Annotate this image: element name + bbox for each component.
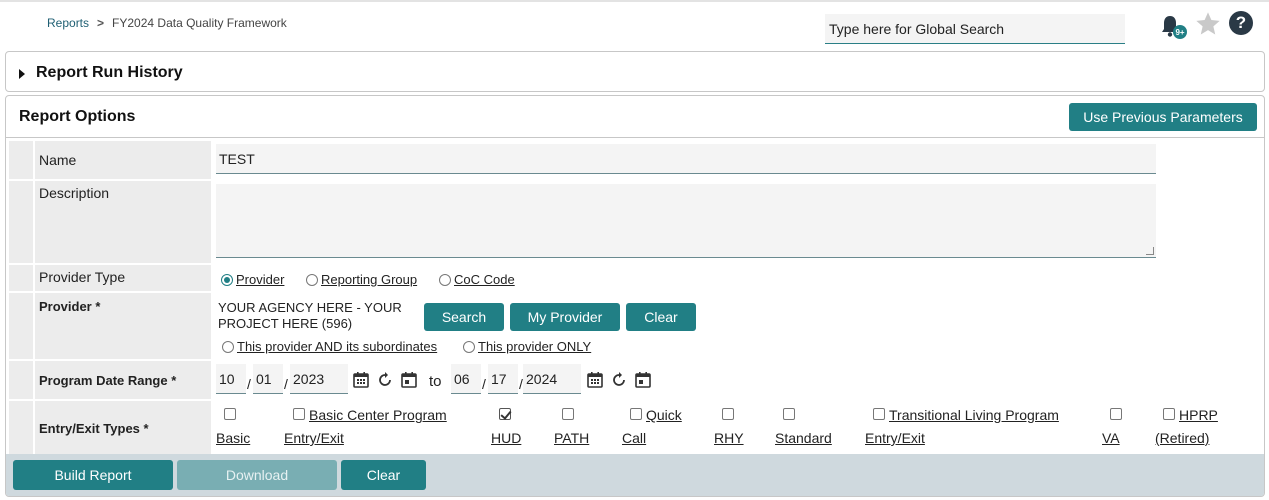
entry-type-rhy-checkbox[interactable] [722,408,734,420]
breadcrumb-reports-link[interactable]: Reports [47,16,89,30]
row-gutter [9,181,33,263]
start-year-input[interactable]: 2023 [290,364,348,394]
entry-type-transitional-living-label[interactable]: Transitional Living Program [889,407,1059,423]
entry-type-standard-checkbox[interactable] [783,408,795,420]
entry-type-hprp-label[interactable]: HPRP [1179,407,1218,423]
date-separator: / [247,376,251,392]
global-search-input[interactable] [825,14,1125,44]
notifications-badge: 9+ [1175,28,1184,37]
build-report-button[interactable]: Build Report [13,460,173,490]
entry-type-quick-call-label[interactable]: Quick [646,407,682,423]
selected-provider-name: YOUR AGENCY HERE - YOUR PROJECT HERE (59… [218,300,402,331]
entry-type-transitional-living-checkbox[interactable] [873,408,885,420]
entry-type-hud-label[interactable]: HUD [491,430,521,446]
entry-type-basic-center-label-2[interactable]: Entry/Exit [284,430,344,446]
entry-type-basic-center-label[interactable]: Basic Center Program [309,407,447,423]
end-today-icon[interactable] [634,371,652,389]
resize-handle-icon[interactable] [1146,247,1154,255]
start-calendar-icon[interactable] [352,371,370,389]
start-today-icon[interactable] [400,371,418,389]
entry-type-transitional-living-label-2[interactable]: Entry/Exit [865,430,925,446]
provider-search-button[interactable]: Search [424,303,504,331]
entry-exit-types-label: Entry/Exit Types * [35,401,211,454]
expand-caret-icon[interactable] [19,69,25,79]
breadcrumb-current: FY2024 Data Quality Framework [112,16,287,30]
entry-type-va-checkbox[interactable] [1110,408,1122,420]
entry-type-va-label[interactable]: VA [1102,430,1120,446]
report-actions-footer: Build Report Download Clear [6,454,1264,496]
date-separator: / [482,376,486,392]
breadcrumb: Reports > FY2024 Data Quality Framework [47,16,287,30]
radio-icon[interactable] [306,273,318,286]
report-run-history-title[interactable]: Report Run History [36,64,183,82]
radio-icon[interactable] [439,273,451,286]
entry-type-basic-center-checkbox[interactable] [293,408,305,420]
date-separator: / [284,376,288,392]
notifications-bell-icon[interactable]: 9+ [1158,12,1188,42]
entry-type-hprp-checkbox[interactable] [1163,408,1175,420]
top-bar: Reports > FY2024 Data Quality Framework … [0,0,1269,50]
row-gutter [9,265,33,291]
start-day-input[interactable]: 01 [253,364,283,394]
entry-type-quick-call-label-2[interactable]: Call [622,430,646,446]
breadcrumb-separator: > [97,16,105,30]
row-gutter [9,141,33,179]
entry-type-hud-checkbox[interactable] [499,408,511,420]
end-reset-icon[interactable] [610,371,628,389]
end-year-input[interactable]: 2024 [523,364,581,394]
report-options-panel: Report Options Use Previous Parameters N… [5,95,1265,497]
use-previous-parameters-button[interactable]: Use Previous Parameters [1069,103,1257,131]
clear-button[interactable]: Clear [341,460,426,490]
end-calendar-icon[interactable] [586,371,604,389]
description-textarea[interactable] [216,184,1156,258]
radio-icon[interactable] [222,340,234,353]
provider-type-reporting-group-radio[interactable]: Reporting Group [306,272,417,287]
scope-provider-only-radio[interactable]: This provider ONLY [463,339,591,354]
entry-type-path-checkbox[interactable] [562,408,574,420]
report-run-history-panel[interactable]: Report Run History [5,51,1265,92]
name-input[interactable] [216,144,1156,174]
entry-type-standard-label[interactable]: Standard [775,430,832,446]
favorite-star-icon[interactable] [1194,10,1222,38]
provider-clear-button[interactable]: Clear [626,303,696,331]
radio-selected-icon[interactable] [221,273,233,286]
row-gutter [9,401,33,454]
end-day-input[interactable]: 17 [488,364,518,394]
end-month-input[interactable]: 06 [451,364,481,394]
report-options-title: Report Options [19,108,136,125]
provider-type-coc-code-radio[interactable]: CoC Code [439,272,515,287]
radio-icon[interactable] [463,340,475,353]
help-icon[interactable]: ? [1229,11,1253,35]
provider-type-provider-radio[interactable]: Provider [221,272,284,287]
date-range-label: Program Date Range * [35,361,211,399]
start-month-input[interactable]: 10 [216,364,246,394]
start-reset-icon[interactable] [376,371,394,389]
entry-type-basic-checkbox[interactable] [224,408,236,420]
my-provider-button[interactable]: My Provider [510,303,620,331]
row-gutter [9,293,33,359]
divider [6,137,1264,138]
entry-type-quick-call-checkbox[interactable] [630,408,642,420]
entry-type-hprp-label-2[interactable]: (Retired) [1155,430,1209,446]
download-button: Download [177,460,337,490]
provider-type-label: Provider Type [35,265,211,291]
entry-type-path-label[interactable]: PATH [554,430,589,446]
row-gutter [9,361,33,399]
entry-type-rhy-label[interactable]: RHY [714,430,744,446]
entry-type-basic-label[interactable]: Basic [216,430,250,446]
name-label: Name [35,141,211,179]
scope-subordinates-radio[interactable]: This provider AND its subordinates [222,339,437,354]
provider-label: Provider * [35,293,211,359]
provider-type-row: Provider Type [9,265,1262,291]
date-range-to-text: to [429,373,442,390]
description-label: Description [35,181,211,263]
